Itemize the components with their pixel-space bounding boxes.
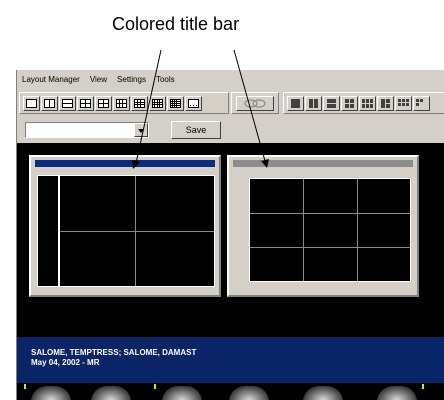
arrange-6-button[interactable] xyxy=(377,96,394,111)
layout-select-row: Save xyxy=(17,118,444,142)
layout-4x4-button[interactable] xyxy=(167,96,184,111)
layout-3x3-icon xyxy=(134,99,145,108)
layout-2x1-icon xyxy=(62,99,73,108)
layout-2x2-button[interactable] xyxy=(77,96,94,111)
layout-select[interactable] xyxy=(25,122,149,138)
layout-panel-active[interactable] xyxy=(29,155,221,297)
annotation-callout: Colored title bar xyxy=(0,0,444,70)
ellipsis-icon xyxy=(188,99,199,108)
menu-settings[interactable]: Settings xyxy=(112,75,151,84)
layout-button-group xyxy=(19,92,229,114)
arrange-5-icon xyxy=(362,99,365,103)
series-thumbnail[interactable] xyxy=(162,386,202,400)
arrange-1-button[interactable] xyxy=(287,96,304,111)
layout-3x4-button[interactable] xyxy=(149,96,166,111)
arrange-6-icon xyxy=(381,99,385,108)
patient-info-bar[interactable]: SALOME, TEMPTRESS; SALOME, DAMAST May 04… xyxy=(17,337,444,383)
arrange-5-button[interactable] xyxy=(359,96,376,111)
layout-select-dropdown-button[interactable] xyxy=(134,123,148,137)
layout-1x2-button[interactable] xyxy=(41,96,58,111)
arrange-7-button[interactable] xyxy=(395,96,412,111)
arrange-3-button[interactable] xyxy=(323,96,340,111)
series-thumbnail-strip xyxy=(17,384,444,400)
arrange-2-icon xyxy=(309,99,313,108)
series-marker xyxy=(422,384,424,389)
link-views-button[interactable] xyxy=(236,96,274,111)
annotation-label: Colored title bar xyxy=(112,14,240,34)
layout-4x4-icon xyxy=(170,99,181,108)
arrange-8-icon xyxy=(416,99,419,102)
layout-2x2-alt-icon xyxy=(98,99,109,108)
viewport-pane[interactable] xyxy=(37,175,59,287)
arrange-4-icon xyxy=(345,99,349,103)
viewport-grid[interactable] xyxy=(59,175,215,287)
menu-bar: Layout Manager View Settings Tools xyxy=(17,70,444,88)
arrange-3-icon xyxy=(327,99,336,103)
chain-link-icon xyxy=(244,99,266,108)
series-marker xyxy=(24,384,26,389)
layout-3x3-button[interactable] xyxy=(131,96,148,111)
series-thumbnail[interactable] xyxy=(91,386,131,400)
viewport-grid[interactable] xyxy=(249,178,411,282)
series-marker xyxy=(154,384,156,389)
menu-view[interactable]: View xyxy=(85,75,112,84)
chevron-down-icon xyxy=(138,129,144,133)
save-button[interactable]: Save xyxy=(171,121,221,139)
arrange-8-button[interactable] xyxy=(413,96,430,111)
patient-name: SALOME, TEMPTRESS; SALOME, DAMAST xyxy=(31,348,197,357)
app-window: Layout Manager View Settings Tools Save … xyxy=(16,70,444,400)
panel-title-bar xyxy=(233,160,413,167)
layout-panel-inactive[interactable] xyxy=(227,155,419,297)
arrange-7-icon xyxy=(398,99,401,102)
series-thumbnail[interactable] xyxy=(229,386,269,400)
series-thumbnail[interactable] xyxy=(303,386,343,400)
arrange-button-group xyxy=(283,92,444,114)
layout-2x1-button[interactable] xyxy=(59,96,76,111)
menu-tools[interactable]: Tools xyxy=(151,75,180,84)
series-thumbnail[interactable] xyxy=(377,386,417,400)
layout-1x2-icon xyxy=(44,99,55,108)
arrange-4-button[interactable] xyxy=(341,96,358,111)
layout-toolbar xyxy=(17,90,444,116)
study-date-modality: May 04, 2002 - MR xyxy=(31,358,100,367)
layout-1x1-button[interactable] xyxy=(23,96,40,111)
layout-3x4-icon xyxy=(152,99,163,108)
layout-2x3-button[interactable] xyxy=(113,96,130,111)
arrange-2-button[interactable] xyxy=(305,96,322,111)
viewer-workspace: SALOME, TEMPTRESS; SALOME, DAMAST May 04… xyxy=(17,143,444,400)
link-button-group xyxy=(231,92,279,114)
layout-more-button[interactable] xyxy=(185,96,202,111)
layout-2x3-icon xyxy=(116,99,127,108)
arrange-1-icon xyxy=(291,99,300,108)
panel-title-bar xyxy=(35,160,215,167)
series-thumbnail[interactable] xyxy=(31,386,71,400)
layout-2x2-alt-button[interactable] xyxy=(95,96,112,111)
menu-layout-manager[interactable]: Layout Manager xyxy=(17,75,85,84)
layout-1x1-icon xyxy=(26,99,37,108)
layout-2x2-icon xyxy=(80,99,91,108)
